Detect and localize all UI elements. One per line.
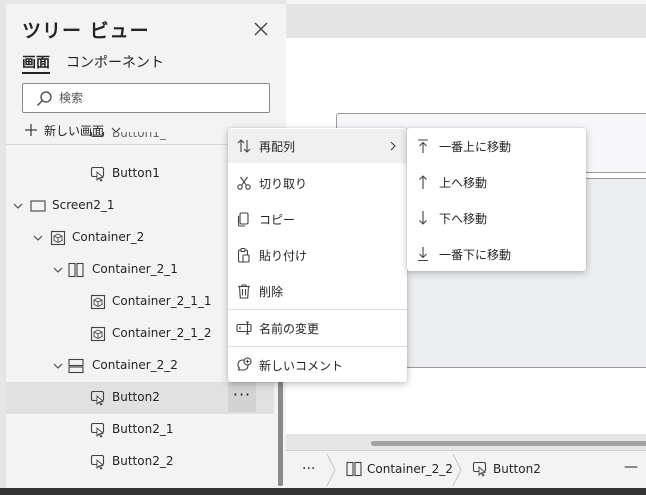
search-box[interactable] <box>22 83 270 113</box>
tree-item-label: Container_2_2 <box>92 358 178 372</box>
tree-item-label: Button2_2 <box>112 454 174 468</box>
menu-item-new-comment[interactable]: 新しいコメント <box>228 348 407 382</box>
button-icon <box>90 166 105 182</box>
button-icon <box>472 461 487 477</box>
delete-icon <box>238 284 250 299</box>
menu-item-copy[interactable]: コピー <box>228 202 407 236</box>
comment-add-icon <box>237 357 252 371</box>
button-icon <box>90 132 105 138</box>
submenu-item-move-down[interactable]: 下へ移動 <box>407 201 586 235</box>
menu-item-label: 切り取り <box>259 176 308 191</box>
button-icon <box>90 422 105 438</box>
container-icon <box>90 294 106 310</box>
chevron-down-icon[interactable] <box>52 360 64 372</box>
canvas-top-bar <box>286 0 646 38</box>
chevron-down-icon[interactable] <box>32 232 44 244</box>
button-icon <box>90 390 105 406</box>
submenu-item-label: 下へ移動 <box>439 211 488 226</box>
reorder-submenu: 一番上に移動 上へ移動 下へ移動 一番下に移動 <box>407 128 586 271</box>
context-menu: 再配列 切り取り コピー 貼り付け 削除 名前の変更 新しいコメント <box>228 128 407 382</box>
menu-item-rename[interactable]: 名前の変更 <box>228 311 407 345</box>
rename-icon <box>236 321 252 335</box>
tree-item-label: Button1 <box>112 166 160 180</box>
tree-item-label: Button2_1 <box>112 422 174 436</box>
reorder-icon <box>237 139 251 153</box>
zoom-out-button[interactable]: — <box>624 459 638 475</box>
menu-item-label: コピー <box>259 212 296 227</box>
menu-item-label: 名前の変更 <box>259 321 320 336</box>
breadcrumb-separator-icon <box>326 453 336 487</box>
move-down-icon <box>419 211 427 225</box>
menu-item-label: 削除 <box>259 284 284 299</box>
canvas-scrollbar-thumb[interactable] <box>371 441 646 446</box>
window-bottom-edge <box>0 488 646 495</box>
menu-item-cut[interactable]: 切り取り <box>228 166 407 200</box>
submenu-item-label: 一番上に移動 <box>439 139 512 154</box>
container-icon <box>90 326 106 342</box>
panel-title: ツリー ビュー <box>22 20 150 42</box>
submenu-item-bring-to-front[interactable]: 一番上に移動 <box>407 129 586 163</box>
button-icon <box>90 454 105 470</box>
breadcrumb-separator-icon <box>452 453 462 487</box>
paste-icon <box>237 247 250 263</box>
chevron-down-icon[interactable] <box>52 264 64 276</box>
breadcrumb-more-button[interactable]: ··· <box>302 461 315 477</box>
menu-item-label: 貼り付け <box>259 248 308 263</box>
menu-item-paste[interactable]: 貼り付け <box>228 238 407 272</box>
menu-item-reorder[interactable]: 再配列 <box>228 129 407 163</box>
submenu-item-send-to-back[interactable]: 一番下に移動 <box>407 237 586 271</box>
menu-item-delete[interactable]: 削除 <box>228 274 407 308</box>
tree-item-label: Container_2_1 <box>92 262 178 276</box>
chevron-down-icon[interactable] <box>12 200 24 212</box>
breadcrumb: ··· Container_2_2 Button2 — <box>286 450 646 488</box>
tree-item-label: Container_2_1_2 <box>112 326 212 340</box>
breadcrumb-label: Container_2_2 <box>367 462 453 476</box>
tree-item-label: Button2 <box>112 390 160 404</box>
more-options-button[interactable]: ··· <box>228 382 256 412</box>
tree-item-label: Button1_ <box>112 132 166 140</box>
search-input[interactable] <box>59 89 259 107</box>
tree-item-button2-1[interactable]: Button2_1 <box>6 414 274 446</box>
tab-screens[interactable]: 画面 <box>22 52 50 72</box>
tree-item-button2-2[interactable]: Button2_2 <box>6 446 274 478</box>
active-tab-indicator <box>22 72 50 74</box>
menu-divider <box>228 346 407 347</box>
chevron-right-icon <box>390 141 396 151</box>
move-to-top-icon <box>418 139 428 153</box>
tree-item-label: Container_2 <box>72 230 145 244</box>
breadcrumb-item-button2[interactable]: Button2 <box>472 461 541 477</box>
vertical-container-icon <box>68 358 84 374</box>
move-up-icon <box>419 175 427 189</box>
cut-icon <box>237 176 251 190</box>
tree-item-label: Screen2_1 <box>52 198 115 212</box>
copy-icon <box>237 212 249 227</box>
horizontal-container-icon <box>68 262 84 278</box>
search-icon <box>37 91 52 106</box>
close-icon[interactable] <box>250 18 272 40</box>
submenu-item-label: 一番下に移動 <box>439 247 512 262</box>
menu-item-label: 再配列 <box>259 139 296 154</box>
move-to-bottom-icon <box>418 247 428 262</box>
breadcrumb-item-container-2-2[interactable]: Container_2_2 <box>346 461 453 477</box>
menu-item-label: 新しいコメント <box>259 358 344 373</box>
screen-icon <box>30 200 46 212</box>
tree-item-label: Container_2_1_1 <box>112 294 212 308</box>
tab-components[interactable]: コンポーネント <box>66 52 164 72</box>
horizontal-container-icon <box>346 461 362 477</box>
submenu-item-move-up[interactable]: 上へ移動 <box>407 165 586 199</box>
submenu-item-label: 上へ移動 <box>439 175 488 190</box>
breadcrumb-label: Button2 <box>493 462 541 476</box>
container-icon <box>50 230 66 246</box>
menu-divider <box>228 309 407 310</box>
